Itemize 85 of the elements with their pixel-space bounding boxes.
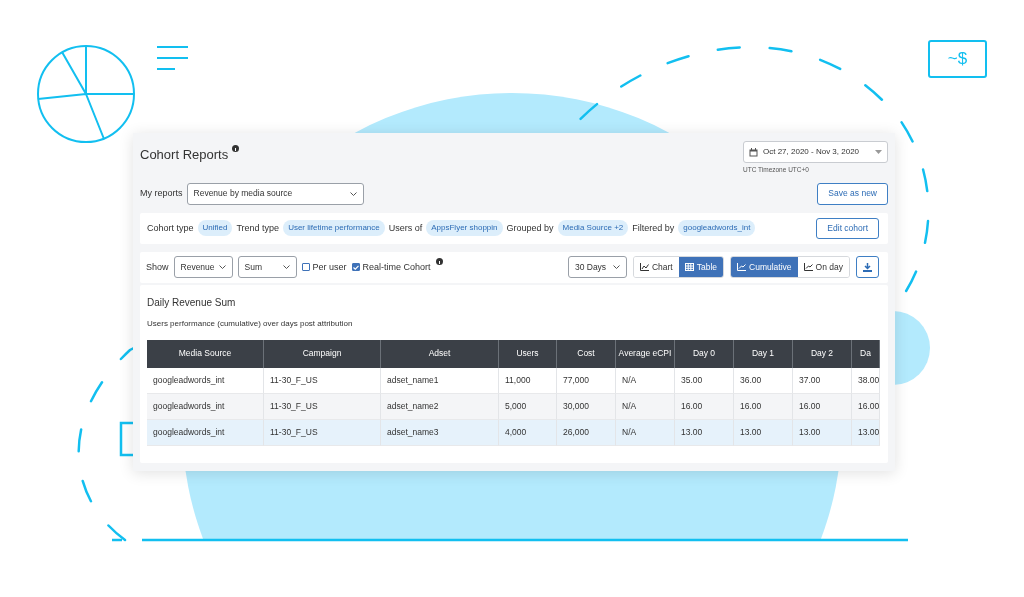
metric-select[interactable]: Revenue: [173, 256, 233, 279]
info-icon: [435, 258, 443, 266]
column-header[interactable]: Da: [852, 339, 880, 368]
filter-label: Grouped by: [506, 221, 554, 235]
table-cell: 11-30_F_US: [264, 419, 381, 446]
table-cell: googleadwords_int: [147, 419, 264, 446]
chevron-icon: [218, 265, 226, 270]
table-cell: 16.00: [734, 393, 793, 420]
table-icon: [684, 263, 694, 272]
menu-icon: [156, 45, 189, 72]
table-cell: 77,000: [557, 367, 616, 394]
line-chart-icon: [639, 263, 649, 272]
filter-label: Users of: [388, 221, 423, 235]
checkbox[interactable]: [351, 263, 360, 272]
report-subtitle: Users performance (cumulative) over days post attribution: [147, 317, 354, 330]
table-cell: 16.00: [793, 393, 852, 420]
column-header[interactable]: Day 1: [734, 339, 793, 368]
download-button[interactable]: [856, 256, 879, 279]
table-cell: adset_name2: [381, 393, 499, 420]
table-cell: 13.00: [852, 419, 880, 446]
download-icon: [863, 263, 872, 273]
checkbox-label: Real-time Cohort: [362, 260, 431, 274]
table-cell: 5,000: [499, 393, 557, 420]
column-header[interactable]: Day 0: [675, 339, 734, 368]
table-cell: 36.00: [734, 367, 793, 394]
column-header[interactable]: Users: [499, 339, 557, 368]
column-header[interactable]: Media Source: [147, 339, 264, 368]
chevron-icon: [282, 265, 290, 270]
chevron-icon: [612, 265, 620, 270]
table-cell: N/A: [616, 419, 675, 446]
filter-label: Cohort type: [147, 221, 194, 235]
table-cell: 30,000: [557, 393, 616, 420]
filter-tag: googleadwords_int: [678, 220, 756, 237]
chevron-icon: [349, 191, 357, 196]
table-cell: 13.00: [793, 419, 852, 446]
table-cell: 37.00: [793, 367, 852, 394]
report-title: Daily Revenue Sum: [147, 295, 237, 310]
filter-label: Trend type: [236, 221, 280, 235]
filter-tag: User lifetime performance: [283, 220, 385, 237]
filter-label: Filtered by: [632, 221, 675, 235]
table-cell: adset_name3: [381, 419, 499, 446]
edit-cohort-button[interactable]: Edit cohort: [816, 217, 879, 239]
table-cell: 11-30_F_US: [264, 367, 381, 394]
table-cell: 35.00: [675, 367, 734, 394]
table-cell: 13.00: [734, 419, 793, 446]
table-cell: googleadwords_int: [147, 367, 264, 394]
table-cell: 13.00: [675, 419, 734, 446]
save-button[interactable]: Save as new: [817, 182, 888, 205]
table-cell: 16.00: [852, 393, 880, 420]
table-cell: 11-30_F_US: [264, 393, 381, 420]
line-chart-icon: [737, 263, 747, 272]
table-cell: 26,000: [557, 419, 616, 446]
filter-tag: Media Source +2: [557, 220, 629, 237]
field-label: My reports: [140, 187, 183, 200]
filter-tag: Unified: [197, 220, 233, 237]
checkbox[interactable]: [301, 263, 310, 272]
column-header[interactable]: Average eCPI: [616, 339, 675, 368]
info-icon: [232, 145, 240, 152]
line-chart-icon: [803, 263, 813, 272]
page-title: Cohort Reports: [140, 146, 229, 164]
table-cell: 4,000: [499, 419, 557, 446]
date-range-picker[interactable]: Oct 27, 2020 - Nov 3, 2020: [743, 141, 888, 163]
report-select[interactable]: Revenue by media source: [186, 182, 364, 205]
table-cell: N/A: [616, 367, 675, 394]
money-label: ~$: [928, 40, 987, 78]
toggle-button[interactable]: Cumulative: [731, 257, 798, 278]
checkbox-label: Per user: [312, 260, 347, 274]
table-cell: 38.00: [852, 367, 880, 394]
range-select[interactable]: 30 Days: [567, 256, 627, 279]
calendar-icon: [749, 147, 758, 157]
pie-chart-icon: [36, 44, 136, 144]
table-cell: 16.00: [675, 393, 734, 420]
column-header[interactable]: Cost: [557, 339, 616, 368]
filter-tag: AppsFlyer shoppin: [426, 220, 503, 237]
aggregation-select[interactable]: Sum: [237, 256, 297, 279]
field-label: Show: [146, 260, 169, 274]
table-cell: adset_name1: [381, 367, 499, 394]
toggle-button[interactable]: Table: [678, 257, 724, 278]
table-cell: 11,000: [499, 367, 557, 394]
column-header[interactable]: Day 2: [793, 339, 852, 368]
table-cell: N/A: [616, 393, 675, 420]
table-cell: googleadwords_int: [147, 393, 264, 420]
caret-icon: [875, 150, 882, 154]
column-header[interactable]: Campaign: [264, 339, 381, 368]
column-header[interactable]: Adset: [381, 339, 499, 368]
